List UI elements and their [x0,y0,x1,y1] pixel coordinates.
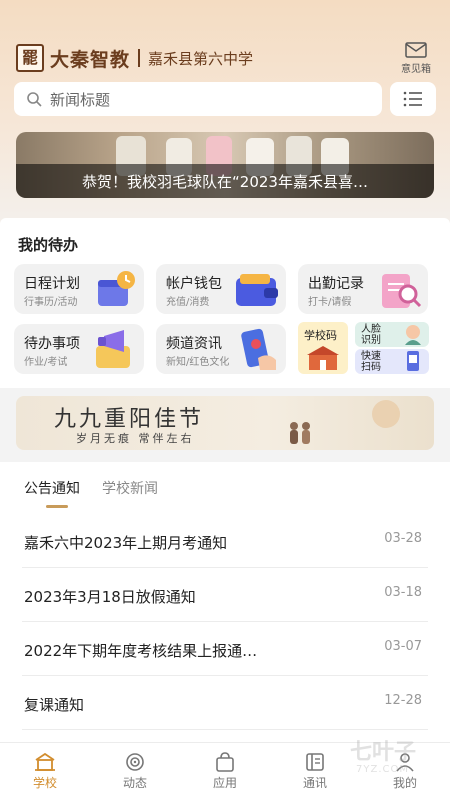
target-icon [126,753,144,771]
news-panel: 公告通知 学校新闻 嘉禾六中2023年上期月考通知 03-28 2023年3月1… [0,462,450,742]
card-title: 帐户钱包 [166,276,222,292]
school-icon [35,752,55,771]
tab-announcements[interactable]: 公告通知 [24,478,80,498]
user-icon [396,753,414,772]
card-subtitle: 作业/考试 [24,357,68,368]
news-date: 12-28 [384,693,422,708]
card-channel-news[interactable]: 频道资讯 新知/红色文化 [156,324,286,374]
tab-label: 动态 [122,776,147,790]
bottom-tab-bar: 学校 动态 应用 通讯 我的 [0,742,450,800]
card-schedule[interactable]: 日程计划 行事历/活动 [14,264,144,314]
card-subtitle: 充值/消费 [166,297,210,308]
list-icon [403,91,422,107]
divider [138,49,141,67]
promo-title: 九九重阳佳节 [54,407,205,432]
news-date: 03-18 [384,585,422,600]
news-date: 03-07 [384,639,422,654]
news-tabs: 公告通知 学校新闻 [24,478,158,498]
card-todo[interactable]: 待办事项 作业/考试 [14,324,144,374]
megaphone-icon [96,330,130,368]
list-item[interactable]: 2023年3月18日放假通知 03-18 [22,568,428,622]
news-title: 2022年下期年度考核结果上报通… [24,642,258,660]
news-title: 嘉禾六中2023年上期月考通知 [24,534,228,552]
list-item[interactable]: 复课通知 12-28 [22,676,428,730]
phone-news-icon [241,328,276,370]
tab-moments[interactable]: 动态 [90,743,180,800]
feedback-label: 意见箱 [401,64,431,75]
todo-panel: 我的待办 日程计划 行事历/活动 帐户钱包 充值/消费 出勤记录 打卡/请假 待… [0,218,450,388]
envelope-icon [405,42,427,58]
scan-phone-icon [407,351,419,371]
tab-label: 学校 [32,776,57,790]
tab-me[interactable]: 我的 [360,743,450,800]
logo-glyph: 罷 [21,48,38,67]
menu-button[interactable] [390,82,436,116]
card-title: 频道资讯 [166,336,222,352]
tab-school[interactable]: 学校 [0,743,90,800]
search-placeholder: 新闻标题 [50,90,111,109]
news-title: 2023年3月18日放假通知 [24,588,196,606]
tab-label: 应用 [212,776,237,790]
news-title: 复课通知 [24,696,85,714]
contacts-icon [306,753,324,771]
search-icon [27,92,42,107]
news-date: 03-28 [384,531,422,546]
quick-label: 人脸识别 [361,323,381,346]
tab-apps[interactable]: 应用 [180,743,270,800]
news-banner[interactable]: 恭贺！我校羽毛球队在“2023年嘉禾县喜… [16,132,434,198]
quick-face-id[interactable]: 人脸识别 [355,322,429,347]
elderly-couple-icon [290,400,400,444]
tab-label: 通讯 [302,776,327,790]
card-subtitle: 打卡/请假 [308,297,352,308]
promo-subtitle: 岁月无痕 常伴左右 [76,432,195,445]
active-tab-indicator [46,505,68,508]
quick-school-code[interactable]: 学校码 [298,322,348,374]
face-id-icon [405,325,421,345]
school-building-icon [307,346,339,370]
promo-banner[interactable]: 九九重阳佳节 岁月无痕 常伴左右 [16,396,434,450]
card-title: 出勤记录 [308,276,364,292]
todo-title: 我的待办 [18,236,79,254]
card-attendance[interactable]: 出勤记录 打卡/请假 [298,264,428,314]
quick-scan[interactable]: 快速扫码 [355,349,429,374]
quick-label: 学校码 [304,329,337,342]
search-input[interactable]: 新闻标题 [14,82,382,116]
banner-caption: 恭贺！我校羽毛球队在“2023年嘉禾县喜… [82,172,368,191]
card-title: 日程计划 [24,276,80,292]
feedback-button[interactable]: 意见箱 [398,42,434,75]
card-title: 待办事项 [24,336,80,352]
school-name: 嘉禾县第六中学 [148,49,254,68]
brand-name: 大秦智教 [50,48,131,71]
wallet-icon [236,274,278,306]
card-subtitle: 行事历/活动 [24,297,78,308]
attendance-search-icon [382,274,422,308]
banner-caption-bar: 恭贺！我校羽毛球队在“2023年嘉禾县喜… [16,164,434,198]
logo: 罷 [16,44,44,72]
tab-contacts[interactable]: 通讯 [270,743,360,800]
tab-label: 我的 [392,776,417,790]
bag-icon [216,752,234,772]
card-wallet[interactable]: 帐户钱包 充值/消费 [156,264,286,314]
list-item[interactable]: 2022年下期年度考核结果上报通… 03-07 [22,622,428,676]
calendar-clock-icon [98,271,135,306]
list-item[interactable]: 嘉禾六中2023年上期月考通知 03-28 [22,514,428,568]
card-subtitle: 新知/红色文化 [166,357,230,368]
tab-school-news[interactable]: 学校新闻 [102,478,158,498]
quick-label: 快速扫码 [361,350,381,373]
top-bar: 罷 大秦智教 嘉禾县第六中学 意见箱 [16,42,434,75]
quick-access: 学校码 人脸识别 快速扫码 [298,322,438,378]
